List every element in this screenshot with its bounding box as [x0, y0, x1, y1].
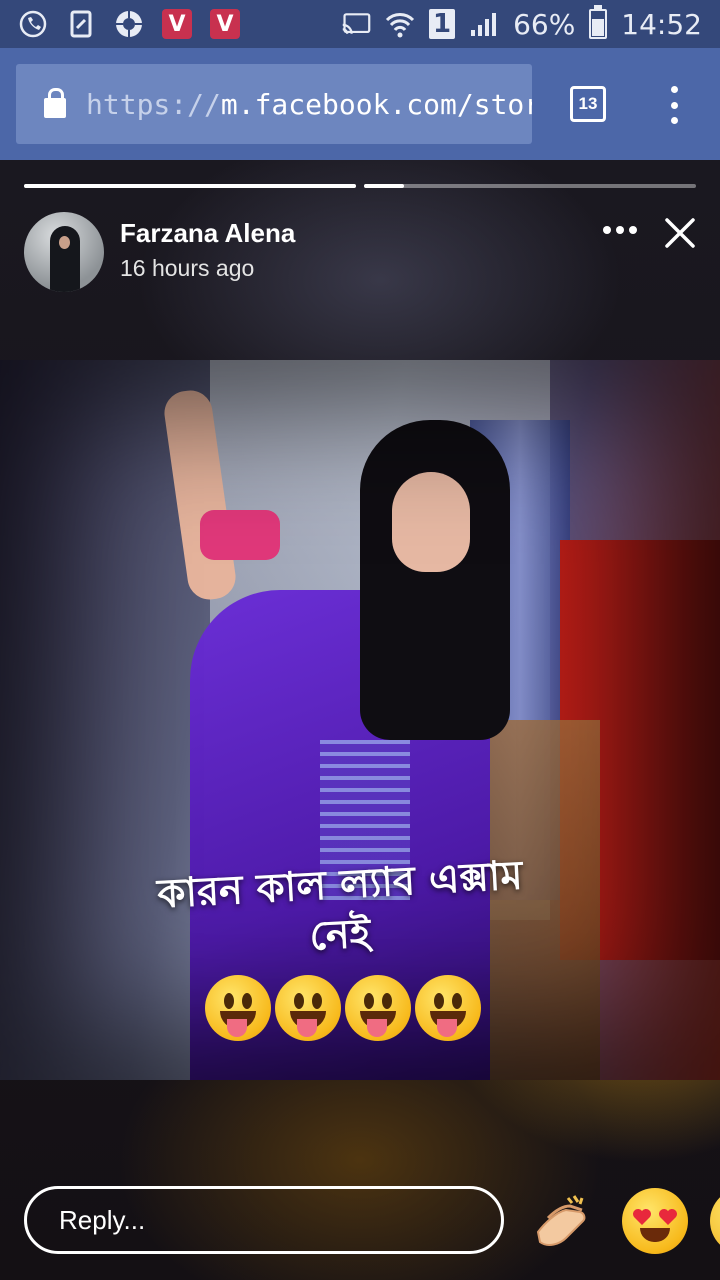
tongue-out-emoji-icon: [205, 975, 271, 1041]
more-options-icon[interactable]: [603, 222, 637, 238]
story-progress-bar: [364, 184, 696, 188]
tongue-out-emoji-icon: [345, 975, 411, 1041]
signal-icon: [469, 9, 499, 39]
close-icon[interactable]: [662, 215, 698, 251]
avatar[interactable]: [24, 212, 104, 292]
heart-eyes-reaction-icon[interactable]: [622, 1188, 688, 1254]
tongue-out-emoji-icon: [275, 975, 341, 1041]
story-timestamp: 16 hours ago: [120, 255, 255, 281]
sim-card-icon: [66, 9, 96, 39]
overflow-menu-icon[interactable]: [662, 86, 686, 124]
battery-percent: 66%: [513, 7, 576, 41]
story-caption: কারন কাল ল্যাব এক্সাম নেই: [60, 852, 620, 960]
tongue-out-emoji-icon: [415, 975, 481, 1041]
story-viewer[interactable]: Farzana Alena 16 hours ago কারন কাল ল্যা…: [0, 160, 720, 1280]
emoji-reaction-icon[interactable]: [710, 1188, 720, 1254]
phone-icon: [18, 9, 48, 39]
vidmate-icon: V: [162, 9, 192, 39]
reply-input[interactable]: Reply...: [24, 1186, 504, 1254]
wifi-icon: [385, 9, 415, 39]
lock-icon: [44, 88, 66, 118]
status-bar: V V 1 66% 14:52: [0, 0, 720, 48]
address-bar[interactable]: https://m.facebook.com/stories: [16, 64, 532, 144]
clock: 14:52: [621, 7, 702, 41]
emoji-row: [205, 975, 481, 1041]
vidmate-icon: V: [210, 9, 240, 39]
battery-icon: [589, 5, 608, 39]
sim-slot-label: 1: [428, 9, 456, 39]
story-progress-bar: [24, 184, 356, 188]
url-text[interactable]: https://m.facebook.com/stories: [86, 88, 532, 121]
camera-aperture-icon: [114, 9, 144, 39]
story-photo: কারন কাল ল্যাব এক্সাম নেই: [0, 360, 720, 1080]
cast-icon: [341, 9, 371, 39]
browser-toolbar: https://m.facebook.com/stories 13: [0, 48, 720, 160]
clapping-hands-reaction-icon[interactable]: [530, 1188, 596, 1254]
author-name[interactable]: Farzana Alena: [120, 218, 295, 249]
tab-switcher-button[interactable]: 13: [570, 86, 606, 122]
